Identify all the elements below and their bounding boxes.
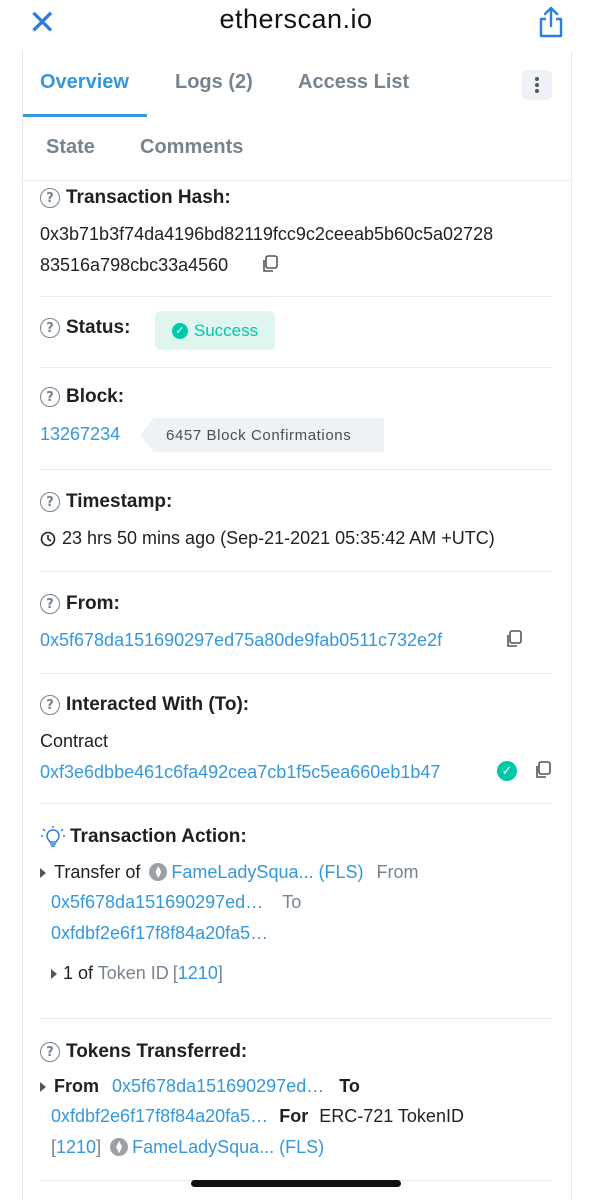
tokens-from-address-link[interactable]: 0x5f678da151690297ed… bbox=[112, 1076, 324, 1096]
tokens-to-address-link[interactable]: 0xfdbf2e6f17f8f84a20fa5… bbox=[51, 1106, 268, 1126]
timestamp-value: 23 hrs 50 mins ago (Sep-21-2021 05:35:42… bbox=[40, 528, 495, 549]
help-icon[interactable]: ? bbox=[40, 387, 60, 407]
copy-icon[interactable] bbox=[505, 630, 523, 648]
transfer-from-address-link[interactable]: 0x5f678da151690297ed… bbox=[51, 892, 263, 912]
tab-state[interactable]: State bbox=[46, 136, 95, 159]
tx-hash-line2: 83516a798cbc33a4560 bbox=[40, 255, 229, 275]
block-label: ? Block: bbox=[40, 386, 124, 408]
row-divider bbox=[40, 296, 552, 297]
tokens-token-link[interactable]: FameLadySqua... (FLS) bbox=[132, 1137, 324, 1157]
token-id-link[interactable]: 1210 bbox=[178, 963, 218, 983]
tokens-id-line: [1210] FameLadySqua... (FLS) bbox=[51, 1137, 325, 1157]
copy-icon[interactable] bbox=[261, 255, 279, 273]
tabs-divider bbox=[23, 180, 572, 181]
tokens-from-line: From 0x5f678da151690297ed… To bbox=[40, 1076, 360, 1097]
caret-right-icon bbox=[51, 969, 57, 980]
status-badge: ✓ Success bbox=[155, 311, 275, 350]
tab-access-list[interactable]: Access List bbox=[298, 71, 409, 94]
timestamp-label: ? Timestamp: bbox=[40, 491, 172, 513]
clock-icon bbox=[40, 531, 56, 546]
help-icon[interactable]: ? bbox=[40, 492, 60, 512]
row-divider bbox=[40, 803, 552, 804]
row-divider bbox=[40, 469, 552, 470]
row-divider bbox=[40, 571, 552, 572]
tab-logs[interactable]: Logs (2) bbox=[175, 71, 253, 94]
help-icon[interactable]: ? bbox=[40, 594, 60, 614]
to-contract-label: Contract bbox=[40, 731, 109, 751]
share-icon[interactable] bbox=[538, 6, 564, 38]
home-indicator[interactable] bbox=[191, 1180, 401, 1187]
tokens-id-link[interactable]: 1210 bbox=[56, 1137, 96, 1157]
transfer-from-line: 0x5f678da151690297ed… To bbox=[51, 892, 302, 912]
token-count-line: 1 of Token ID [1210] bbox=[51, 963, 223, 984]
verified-check-icon: ✓ bbox=[497, 761, 517, 781]
caret-right-icon bbox=[40, 1082, 46, 1093]
token-link[interactable]: FameLadySqua... (FLS) bbox=[171, 862, 363, 882]
check-circle-icon: ✓ bbox=[171, 322, 188, 339]
row-divider bbox=[40, 673, 552, 674]
transfer-line: Transfer of FameLadySqua... (FLS) From bbox=[40, 862, 419, 883]
tokens-to-line: 0xfdbf2e6f17f8f84a20fa5… For ERC-721 Tok… bbox=[51, 1106, 464, 1126]
active-tab-indicator bbox=[23, 114, 147, 117]
tab-comments[interactable]: Comments bbox=[140, 136, 243, 159]
details-card bbox=[22, 50, 572, 1200]
tx-action-label: Transaction Action: bbox=[40, 826, 247, 848]
from-label: ? From: bbox=[40, 593, 120, 615]
lightbulb-icon bbox=[41, 826, 65, 847]
help-icon[interactable]: ? bbox=[40, 695, 60, 715]
token-icon bbox=[149, 863, 168, 881]
row-divider bbox=[40, 367, 552, 368]
help-icon[interactable]: ? bbox=[40, 188, 60, 208]
caret-right-icon bbox=[40, 868, 46, 879]
url-title: etherscan.io bbox=[219, 4, 373, 34]
tx-hash-label: ? Transaction Hash: bbox=[40, 187, 231, 209]
more-options-button[interactable] bbox=[522, 70, 552, 100]
browser-top-bar: ✕ etherscan.io bbox=[0, 0, 592, 50]
help-icon[interactable]: ? bbox=[40, 318, 60, 338]
to-address-link[interactable]: 0xf3e6dbbe461c6fa492cea7cb1f5c5ea660eb1b… bbox=[40, 762, 440, 783]
transfer-to-address-link[interactable]: 0xfdbf2e6f17f8f84a20fa5… bbox=[51, 923, 268, 944]
status-label: ? Status: bbox=[40, 317, 130, 339]
block-number-link[interactable]: 13267234 bbox=[40, 424, 120, 445]
tx-hash-line1: 0x3b71b3f74da4196bd82119fcc9c2ceeab5b60c… bbox=[40, 224, 494, 244]
to-label: ? Interacted With (To): bbox=[40, 694, 249, 716]
from-address-link[interactable]: 0x5f678da151690297ed75a80de9fab0511c732e… bbox=[40, 630, 442, 651]
help-icon[interactable]: ? bbox=[40, 1042, 60, 1062]
copy-icon[interactable] bbox=[534, 761, 552, 779]
block-confirmations-badge: 6457 Block Confirmations bbox=[140, 418, 384, 452]
tokens-transferred-label: ? Tokens Transferred: bbox=[40, 1041, 247, 1063]
tab-overview[interactable]: Overview bbox=[40, 71, 129, 94]
row-divider bbox=[40, 1018, 552, 1019]
token-icon bbox=[110, 1138, 129, 1156]
